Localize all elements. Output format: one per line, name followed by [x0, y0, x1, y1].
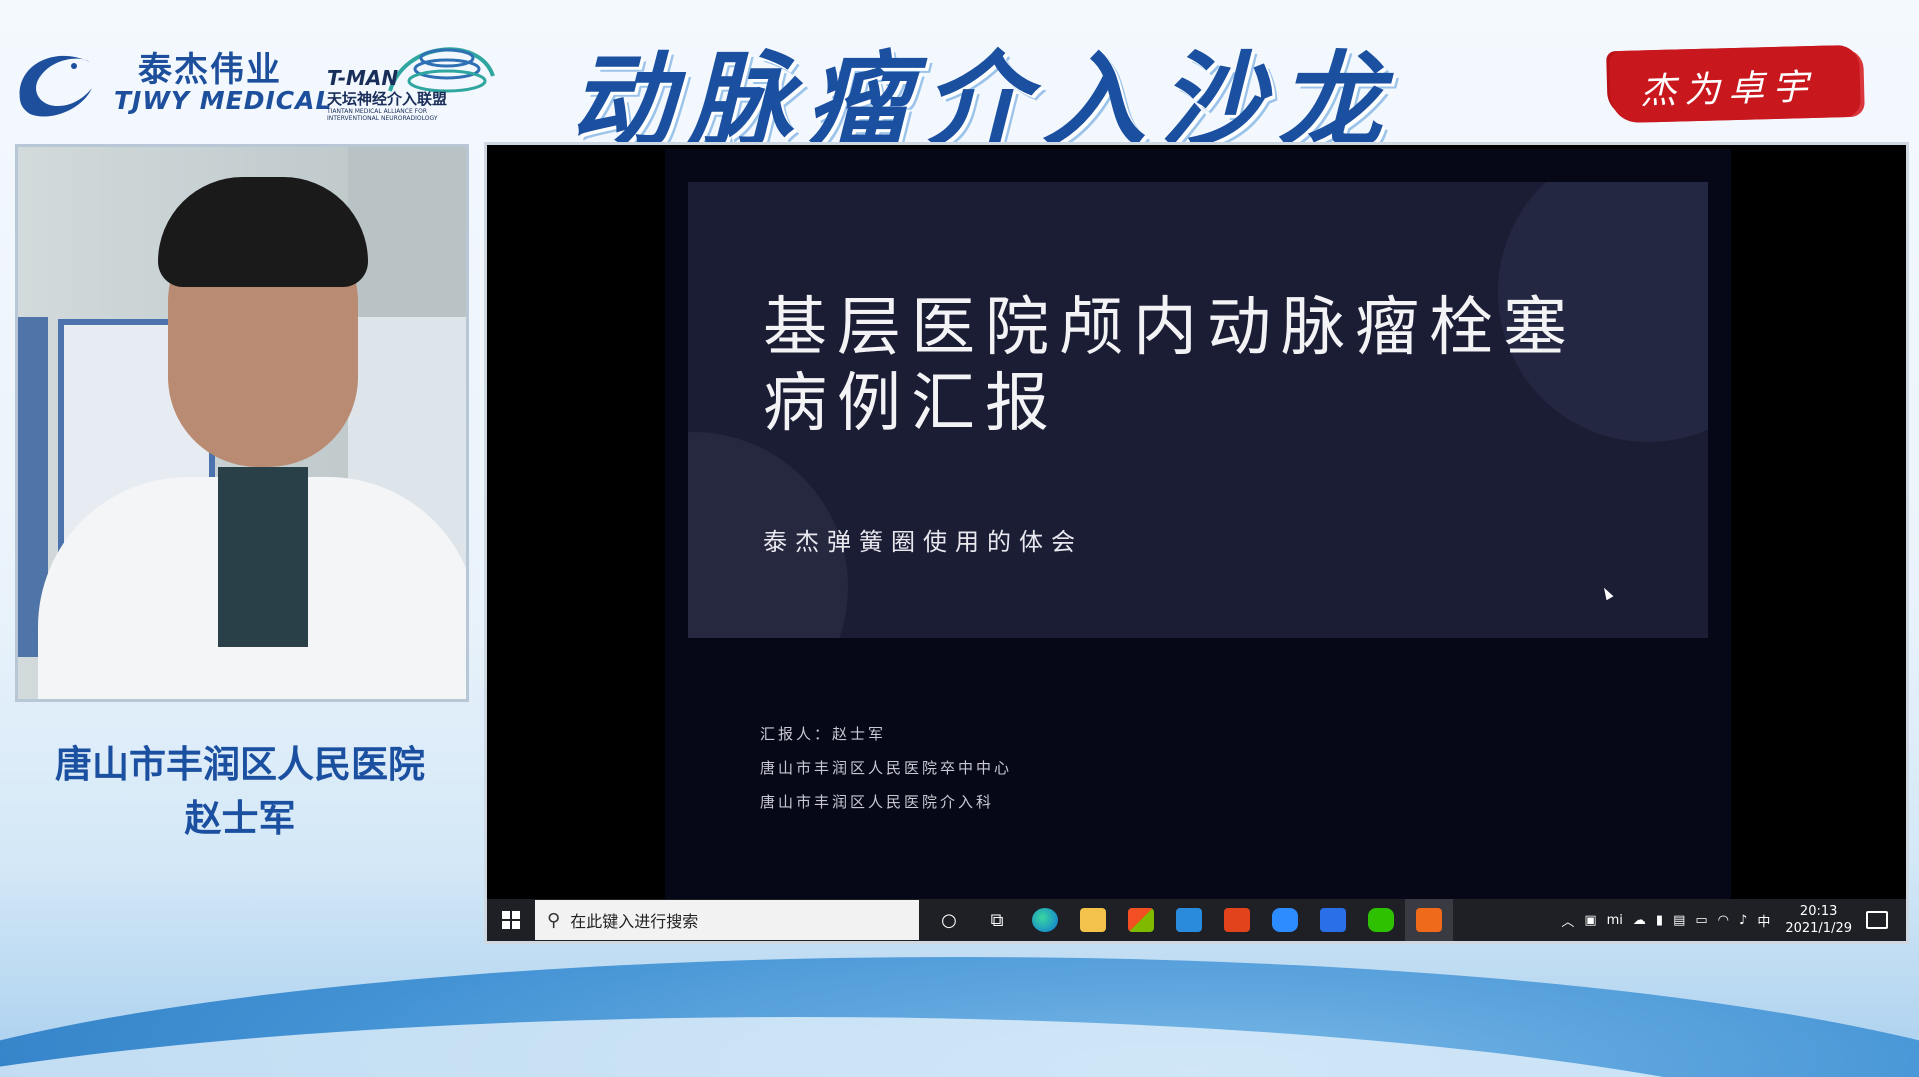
tman-logo-sub: TIANTAN MEDICAL ALLIANCE FOR INTERVENTIO… — [327, 108, 438, 122]
presenter-caption: 唐山市丰润区人民医院 赵士军 — [10, 738, 470, 846]
wps-icon[interactable] — [1309, 899, 1357, 941]
windows-logo-icon — [502, 911, 520, 929]
slide-reporter: 汇报人：赵士军 — [760, 725, 887, 743]
tman-logo-cn: 天坛神经介入联盟 — [327, 90, 448, 108]
office-icon[interactable] — [1213, 899, 1261, 941]
slide-dept-stroke-center: 唐山市丰润区人民医院卒中中心 — [760, 759, 1013, 777]
tjwy-logo-cn: 泰杰伟业 — [138, 50, 282, 90]
edge-icon[interactable] — [1021, 899, 1069, 941]
file-explorer-icon[interactable] — [1069, 899, 1117, 941]
tjwy-logo: 泰杰伟业 TJWY MEDICAL — [10, 36, 331, 126]
search-icon: ⚲ — [547, 909, 561, 931]
wechat-icon[interactable] — [1357, 899, 1405, 941]
tman-logo-en: T-MAN — [327, 66, 399, 90]
cortana-icon[interactable]: ○ — [925, 899, 973, 941]
presenter-name: 赵士军 — [184, 797, 296, 840]
slide-title-line1: 基层医院颅内动脉瘤栓塞 — [763, 291, 1577, 365]
speaker-video — [15, 144, 469, 702]
media-player-icon[interactable] — [1405, 899, 1453, 941]
background-swoosh — [0, 937, 1919, 1077]
slide-subtitle: 泰杰弹簧圈使用的体会 — [763, 528, 1083, 556]
slide-title: 基层医院颅内动脉瘤栓塞 病例汇报 — [763, 290, 1663, 442]
screen-capture-icon[interactable]: ▤ — [1673, 913, 1685, 928]
start-button[interactable] — [487, 899, 535, 941]
tman-logo: T-MAN 天坛神经介入联盟 TIANTAN MEDICAL ALLIANCE … — [325, 36, 495, 126]
battery-icon[interactable]: ▭ — [1695, 913, 1707, 928]
presentation-slide: 基层医院颅内动脉瘤栓塞 病例汇报 泰杰弹簧圈使用的体会 汇报人：赵士军 唐山市丰… — [665, 149, 1731, 899]
clock-time: 20:13 — [1799, 904, 1838, 919]
slide-title-panel: 基层医院颅内动脉瘤栓塞 病例汇报 泰杰弹簧圈使用的体会 — [688, 182, 1708, 638]
tray-expand-icon[interactable]: ︿ — [1561, 911, 1574, 930]
onedrive-icon[interactable]: ☁ — [1633, 913, 1646, 928]
zoom-icon[interactable] — [1261, 899, 1309, 941]
slide-reporter-info: 汇报人：赵士军 唐山市丰润区人民医院卒中中心 唐山市丰润区人民医院介入科 — [760, 717, 1012, 819]
tjwy-logo-en: TJWY MEDICAL — [114, 86, 333, 115]
tjwy-bird-icon — [19, 55, 92, 117]
taskbar-clock[interactable]: 20:13 2021/1/29 — [1785, 903, 1852, 937]
seal-text: 杰为卓宇 — [1639, 66, 1817, 113]
microphone-icon[interactable]: ▮ — [1656, 913, 1663, 928]
wifi-icon[interactable]: ◠ — [1718, 913, 1729, 928]
mail-icon[interactable] — [1165, 899, 1213, 941]
tray-network-share-icon[interactable]: ▣ — [1584, 913, 1596, 928]
volume-icon[interactable]: ♪ — [1739, 913, 1747, 928]
system-tray: ︿ ▣ mi ☁ ▮ ▤ ▭ ◠ ♪ 中 20:13 2021/1/29 — [1556, 903, 1906, 937]
taskbar-search-box[interactable]: ⚲ 在此键入进行搜索 — [535, 900, 919, 940]
clock-date: 2021/1/29 — [1785, 921, 1852, 936]
tray-mi-icon[interactable]: mi — [1607, 913, 1623, 928]
shared-screen: 基层医院颅内动脉瘤栓塞 病例汇报 泰杰弹簧圈使用的体会 汇报人：赵士军 唐山市丰… — [484, 142, 1909, 944]
search-placeholder: 在此键入进行搜索 — [570, 912, 699, 931]
windows-taskbar: ⚲ 在此键入进行搜索 ○ ⧉ ︿ ▣ mi ☁ ▮ ▤ ▭ ◠ ♪ 中 20:1… — [487, 899, 1906, 941]
task-view-icon[interactable]: ⧉ — [973, 899, 1021, 941]
slide-dept-interventional: 唐山市丰润区人民医院介入科 — [760, 793, 995, 811]
slide-title-line2: 病例汇报 — [763, 367, 1059, 441]
presenter-hospital: 唐山市丰润区人民医院 — [55, 743, 425, 786]
store-icon[interactable] — [1117, 899, 1165, 941]
seal-stamp: 杰为卓宇 — [1609, 44, 1861, 124]
ime-indicator[interactable]: 中 — [1757, 911, 1770, 930]
action-center-icon[interactable] — [1866, 911, 1888, 929]
